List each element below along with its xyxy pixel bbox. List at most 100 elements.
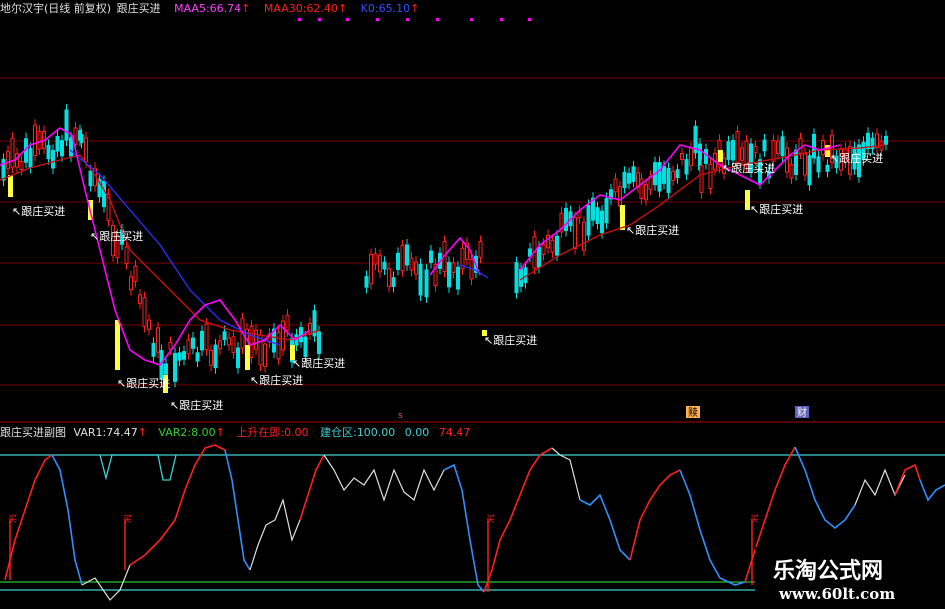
candle-body [195, 352, 200, 362]
candle-body [762, 139, 767, 152]
candle-body [780, 136, 785, 157]
candle-body [541, 243, 546, 255]
candle-body [478, 241, 483, 258]
candle-body [689, 147, 693, 167]
rise-label: 上升在即: [236, 426, 285, 439]
sub-upper-dips [99, 454, 177, 481]
sub-buy-markers [9, 520, 753, 592]
candle-body [209, 349, 213, 366]
candle-body [258, 334, 263, 366]
sub-buy-label: 买 [8, 514, 17, 525]
candle-body [618, 186, 622, 207]
candle-body [60, 140, 64, 157]
sub-panel-header: 跟庄买进副图 VAR1:74.47↑ VAR2:8.00↑ 上升在即:0.00 … [0, 426, 470, 440]
candle-body [631, 166, 636, 182]
candle-body [812, 133, 816, 159]
watermark-name: 乐淘公式网 [773, 558, 884, 584]
candle-body [364, 276, 369, 288]
candle-body [1, 158, 6, 181]
var1-line-red-5 [629, 469, 681, 561]
candle-body [147, 319, 151, 330]
signal-label: ↖跟庄买进 [484, 334, 538, 347]
candle-body [276, 331, 281, 360]
var2-label: VAR2: [158, 426, 192, 439]
var1-line-blue-7 [919, 479, 945, 502]
candle-body [6, 150, 10, 170]
candle-body [731, 139, 735, 161]
candle-body [414, 261, 418, 275]
candle-body [227, 337, 231, 346]
candle-body [64, 109, 69, 141]
signal-label: ↖跟庄买进 [626, 224, 680, 237]
candle-body [807, 155, 812, 186]
candle-body [391, 277, 396, 287]
candle-body [69, 137, 73, 157]
var1-line-white-2 [249, 497, 301, 571]
candle-body [447, 261, 451, 288]
candle-body [794, 149, 798, 175]
candle-body [456, 266, 460, 290]
candle-body [550, 239, 555, 253]
candle-body [400, 245, 405, 272]
tag-marker-2: 财 [797, 406, 807, 419]
candle-body [133, 265, 138, 282]
candle-body [387, 268, 391, 288]
candle-body [84, 137, 88, 163]
candle-body [753, 145, 758, 154]
candle-body [582, 221, 586, 251]
candle-body [249, 325, 254, 358]
signal-label: ↖跟庄买进 [830, 152, 884, 165]
watermark-url: www.60lt.com [779, 585, 896, 603]
var1-line-red-3 [299, 454, 325, 521]
watermark: 乐淘公式网 www.60lt.com [755, 547, 945, 609]
candle-body [595, 207, 600, 224]
signal-label: ↖跟庄买进 [250, 374, 304, 387]
candle-body [19, 160, 24, 170]
candle-body [514, 262, 519, 294]
candle-body [373, 253, 378, 265]
candle-body [88, 170, 93, 187]
candle-body [281, 320, 285, 351]
var1-line-blue-6 [794, 446, 856, 530]
candle-body [884, 135, 888, 145]
candle-body [699, 165, 704, 193]
var1-line-white-4 [551, 447, 581, 501]
candle-body [369, 254, 373, 285]
candle-body [168, 341, 173, 350]
var1-line-blue-4 [579, 493, 631, 561]
candle-body [164, 363, 168, 375]
signal-label: ↖跟庄买进 [750, 203, 804, 216]
candle-body [451, 262, 456, 273]
var1-line-blue-5 [679, 469, 746, 586]
candle-body [396, 252, 400, 270]
signal-label: ↖跟庄买进 [170, 399, 224, 412]
candle-body [382, 261, 387, 270]
zero-value: 0.00 [404, 426, 430, 439]
sub-title: 跟庄买进副图 [0, 426, 66, 439]
sub-buy-label: 买 [750, 514, 759, 525]
candle-body [186, 339, 191, 355]
candle-body [79, 133, 84, 144]
chart-canvas[interactable]: 赎 财 s 买 买 买 买 [0, 0, 945, 609]
candle-body [317, 331, 321, 354]
tag-marker-1: 赎 [688, 406, 698, 419]
candle-body [378, 254, 382, 273]
candle-body [816, 156, 821, 173]
candle-body [222, 331, 227, 341]
candle-body [735, 130, 740, 164]
candle-body [204, 323, 209, 351]
candle-body [613, 178, 618, 193]
candle-body [666, 167, 671, 193]
var1-line-red-2 [129, 444, 226, 566]
candle-body [142, 297, 147, 327]
candle-body [429, 250, 433, 264]
signal-candle [245, 345, 250, 370]
build-value: 100.00 [356, 426, 396, 439]
last-value: 74.47 [438, 426, 471, 439]
signal-candle [8, 175, 13, 197]
candle-body [662, 165, 666, 184]
candle-body [586, 204, 591, 236]
candle-body [151, 342, 156, 357]
signal-label: ↖跟庄买进 [12, 205, 66, 218]
candle-body [825, 164, 830, 172]
